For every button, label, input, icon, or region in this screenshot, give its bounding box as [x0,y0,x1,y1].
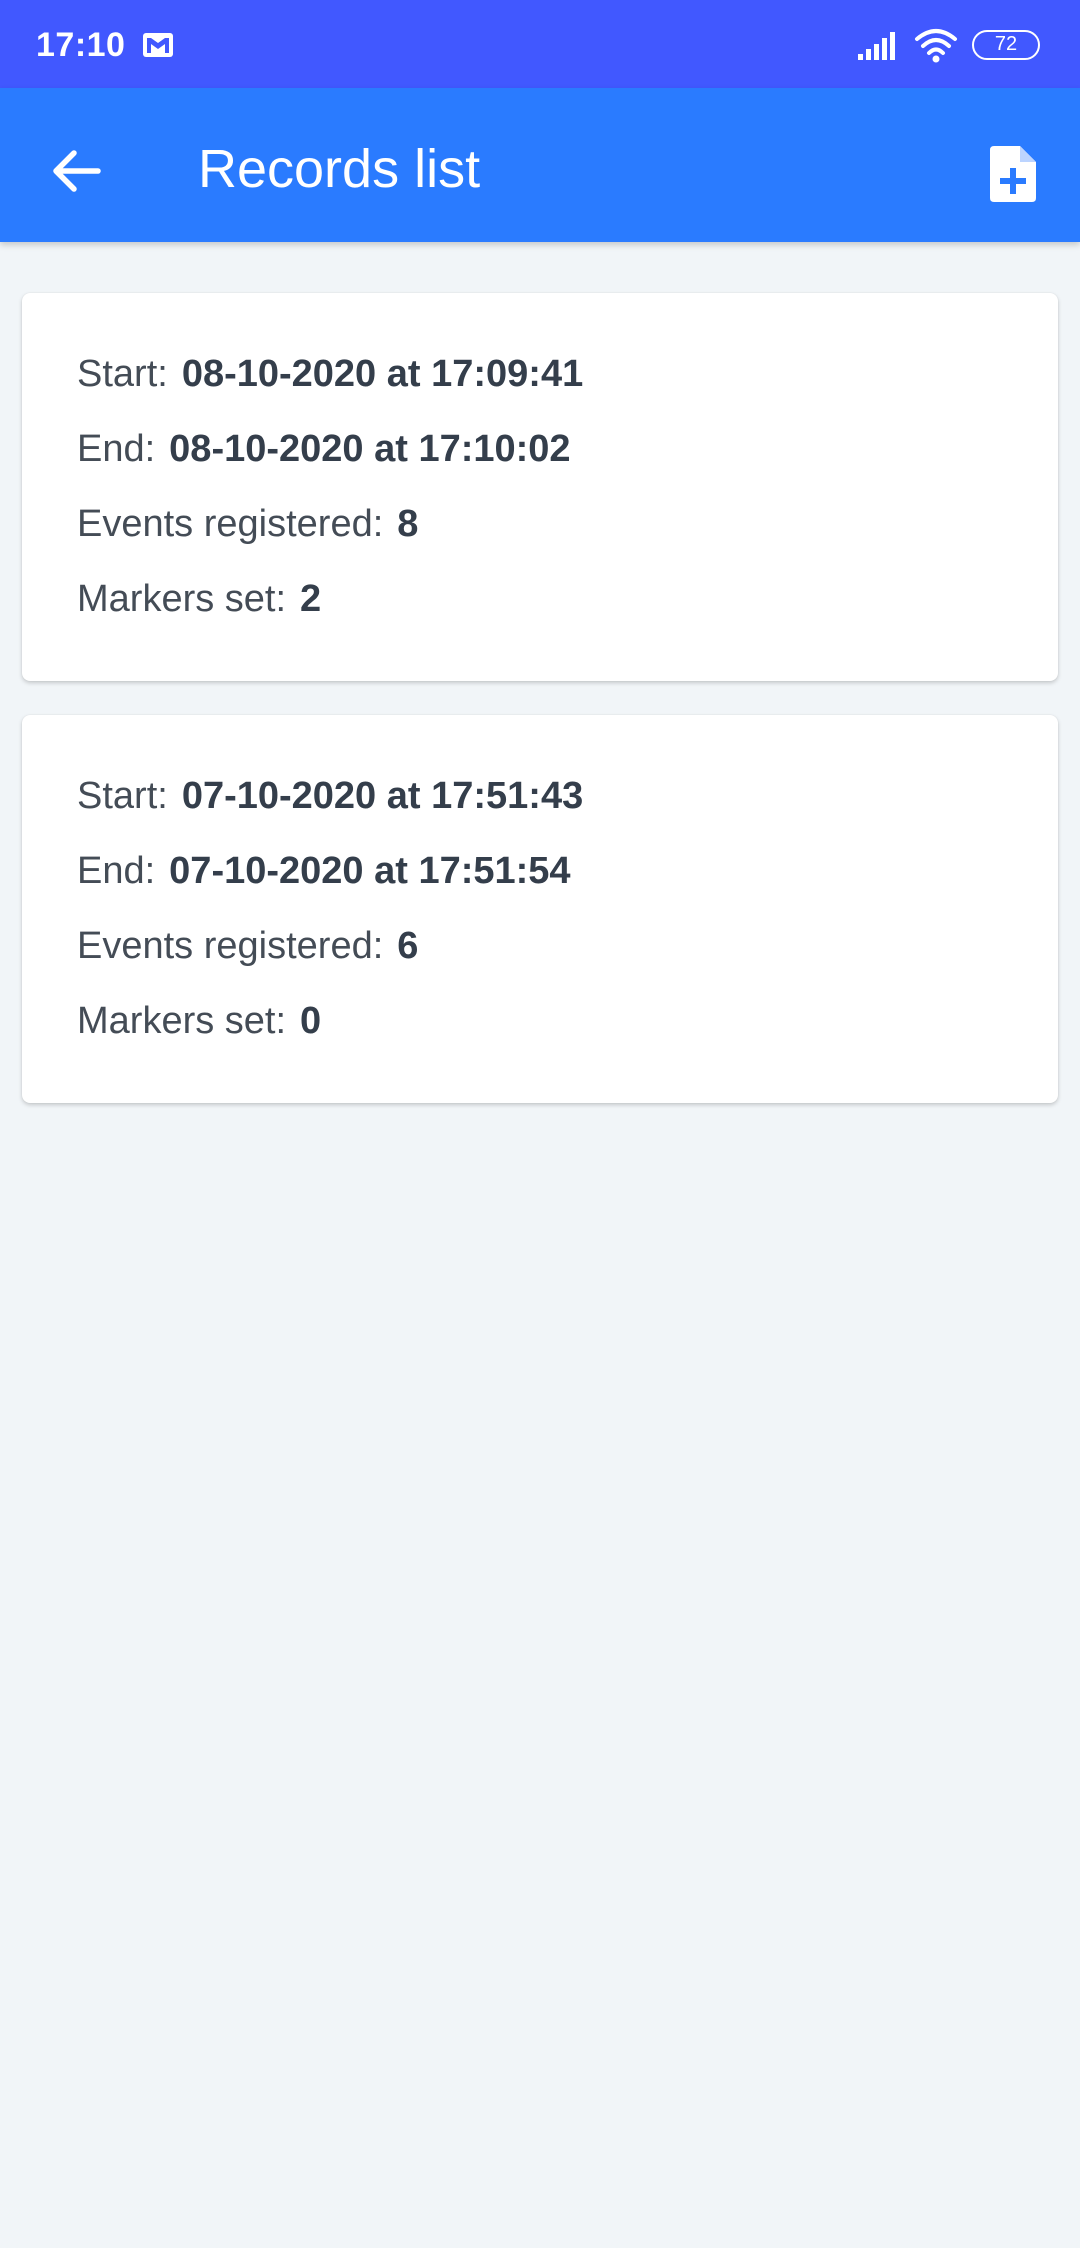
record-start: Start: 08-10-2020 at 17:09:41 [77,353,583,396]
end-label: End: [77,428,156,470]
events-label: Events registered: [77,925,384,967]
signal-icon [858,32,895,60]
markers-value: 0 [300,1000,322,1042]
battery-level: 72 [994,33,1018,55]
gmail-icon [143,33,173,57]
status-bar: 17:10 72 [0,0,1080,88]
record-card[interactable]: Start: 08-10-2020 at 17:09:41 End: 08-10-2… [22,293,1058,681]
record-events: Events registered: 6 [77,925,418,968]
record-markers: Markers set: 0 [77,1000,321,1043]
end-label: End: [77,850,156,892]
app-bar: Records list [0,88,1080,242]
events-label: Events registered: [77,503,384,545]
markers-value: 2 [300,578,322,620]
wifi-icon [915,29,957,63]
record-events: Events registered: 8 [77,503,418,546]
status-time: 17:10 [36,26,126,64]
end-value: 08-10-2020 at 17:10:02 [169,428,571,470]
battery-icon: 72 [972,30,1040,60]
record-end: End: 07-10-2020 at 17:51:54 [77,850,571,893]
back-button[interactable] [36,133,116,209]
start-label: Start: [77,353,168,395]
record-start: Start: 07-10-2020 at 17:51:43 [77,775,583,818]
record-markers: Markers set: 2 [77,578,321,621]
add-record-button[interactable] [970,136,1056,212]
end-value: 07-10-2020 at 17:51:54 [169,850,571,892]
events-value: 8 [397,503,419,545]
start-label: Start: [77,775,168,817]
markers-label: Markers set: [77,1000,287,1042]
file-plus-icon [990,146,1036,202]
start-value: 07-10-2020 at 17:51:43 [181,775,584,817]
start-value: 08-10-2020 at 17:09:41 [181,353,584,395]
record-card[interactable]: Start: 07-10-2020 at 17:51:43 End: 07-10-2… [22,715,1058,1103]
page-title: Records list [198,139,481,199]
arrow-left-icon [53,150,101,192]
events-value: 6 [397,925,419,967]
markers-label: Markers set: [77,578,287,620]
record-end: End: 08-10-2020 at 17:10:02 [77,428,571,471]
